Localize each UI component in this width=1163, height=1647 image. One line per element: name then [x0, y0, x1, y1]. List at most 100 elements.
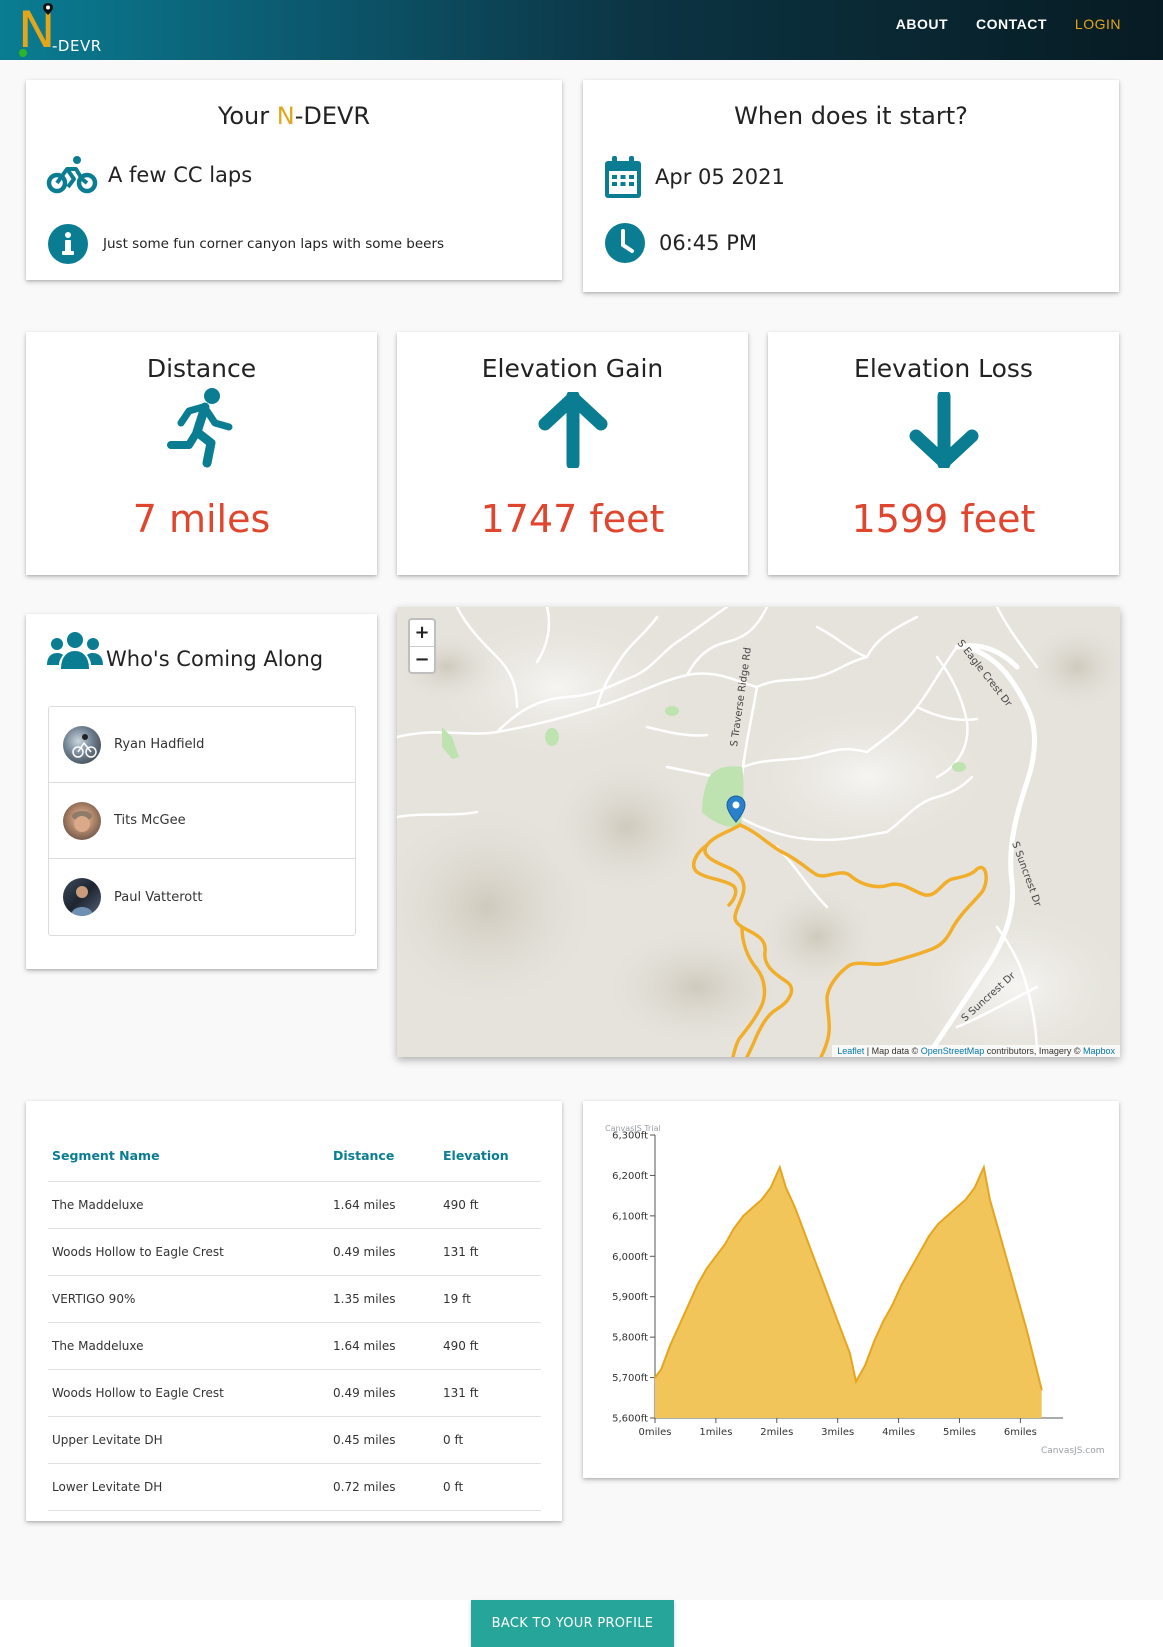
logo[interactable]: N -DEVR — [18, 2, 128, 58]
chart-point — [751, 1207, 754, 1209]
chart-point — [830, 1304, 833, 1306]
chart-point — [973, 1186, 976, 1189]
segment-elevation: 131 ft — [439, 1228, 541, 1276]
table-row[interactable]: VERTIGO 90% 1.35 miles 19 ft — [48, 1275, 541, 1323]
chart-point — [821, 1279, 824, 1282]
chart-point — [1025, 1328, 1028, 1330]
avatar — [63, 725, 101, 764]
x-tick-label: 4miles — [882, 1427, 915, 1438]
elevation-loss-value: 1599 feet — [851, 497, 1036, 541]
nav-contact-link[interactable]: CONTACT — [976, 16, 1047, 32]
ride-card-title: Your N-DEVR — [217, 102, 371, 130]
ride-name-row: A few CC laps — [46, 155, 252, 195]
route-map[interactable]: S Traverse Ridge Rd S Eagle Crest Dr S S… — [397, 607, 1120, 1057]
segment-elevation: 19 ft — [439, 1275, 541, 1323]
mapbox-link[interactable]: Mapbox — [1083, 1046, 1115, 1056]
segment-name: Woods Hollow to Eagle Crest — [48, 1369, 329, 1417]
elevation-gain-card: Elevation Gain 1747 feet — [397, 332, 748, 575]
x-tick-label: 1miles — [699, 1427, 732, 1438]
navbar: N -DEVR ABOUT CONTACT LOGIN — [0, 0, 1163, 60]
x-tick-label: 6miles — [1004, 1427, 1037, 1438]
attendees-title: Who's Coming Along — [106, 647, 324, 671]
segment-elevation: 131 ft — [439, 1369, 541, 1417]
chart-point — [678, 1324, 681, 1326]
nav-login-link[interactable]: LOGIN — [1075, 16, 1121, 32]
distance-card: Distance 7 miles — [26, 332, 377, 575]
map-tiles: S Traverse Ridge Rd S Eagle Crest Dr S S… — [397, 607, 1120, 1057]
zoom-out-button[interactable]: − — [410, 646, 434, 672]
back-to-profile-button[interactable]: BACK TO YOUR PROFILE — [471, 1600, 674, 1647]
header-distance: Distance — [329, 1131, 439, 1182]
chart-point — [928, 1235, 930, 1237]
chart-point — [989, 1198, 991, 1201]
table-row[interactable]: The Maddeluxe 1.64 miles 490 ft — [48, 1181, 541, 1229]
x-tick-label: 5miles — [943, 1427, 976, 1438]
attendee-item[interactable]: Paul Vatterott — [49, 859, 355, 935]
chart-point — [900, 1283, 903, 1286]
y-tick-label: 5,700ft — [612, 1373, 648, 1384]
y-tick-label: 6,100ft — [612, 1211, 648, 1222]
running-icon — [166, 388, 232, 468]
chart-point — [794, 1207, 796, 1209]
x-tick-label: 0miles — [638, 1427, 671, 1438]
schedule-card: When does it start? Apr 05 2021 06:45 PM — [583, 80, 1119, 292]
bike-icon — [46, 156, 98, 194]
date-row: Apr 05 2021 — [605, 156, 785, 198]
chart-point — [864, 1364, 866, 1367]
elevation-area — [655, 1167, 1042, 1418]
chart-watermark-top: CanvasJS Trial — [605, 1124, 661, 1133]
osm-link[interactable]: OpenStreetMap — [921, 1046, 985, 1056]
chart-point — [669, 1344, 671, 1346]
table-row[interactable]: Woods Hollow to Eagle Crest 0.49 miles 131… — [48, 1369, 541, 1417]
chart-point — [742, 1215, 745, 1217]
arrow-down-icon — [909, 392, 978, 468]
map-zoom-control: + − — [408, 618, 436, 674]
arrow-up-icon — [538, 392, 607, 468]
attendee-name: Tits McGee — [114, 813, 186, 828]
nav-about-link[interactable]: ABOUT — [896, 16, 948, 32]
chart-point — [779, 1166, 781, 1169]
attendee-item[interactable]: Tits McGee — [49, 783, 355, 859]
attendee-list: Ryan Hadfield Tits McGee Paul Vatterott — [48, 706, 356, 936]
attendee-item[interactable]: Ryan Hadfield — [49, 707, 355, 783]
segment-elevation: 490 ft — [439, 1181, 541, 1229]
chart-point — [1016, 1295, 1019, 1298]
chart-point — [849, 1352, 851, 1355]
table-header-row: Segment Name Distance Elevation — [48, 1131, 541, 1182]
header-segment-name: Segment Name — [48, 1131, 329, 1182]
ride-name: A few CC laps — [108, 163, 253, 187]
x-tick-label: 2miles — [760, 1427, 793, 1438]
chart-point — [891, 1304, 894, 1306]
ride-time: 06:45 PM — [659, 231, 757, 255]
chart-point — [919, 1251, 921, 1253]
map-attribution: Leaflet | Map data © OpenStreetMap contr… — [832, 1045, 1120, 1057]
distance-title: Distance — [146, 354, 257, 383]
zoom-in-button[interactable]: + — [410, 620, 434, 646]
table-row[interactable]: Upper Levitate DH 0.45 miles 0 ft — [48, 1416, 541, 1464]
header-elevation: Elevation — [439, 1131, 541, 1182]
chart-point — [1034, 1364, 1037, 1367]
segments-table: Segment Name Distance Elevation The Madd… — [48, 1131, 541, 1511]
chart-point — [687, 1304, 690, 1306]
distance-value: 7 miles — [132, 497, 271, 541]
elevation-gain-value: 1747 feet — [480, 497, 665, 541]
avatar — [63, 878, 101, 916]
users-icon — [47, 632, 103, 669]
segment-name: The Maddeluxe — [48, 1181, 329, 1229]
chart-point — [1040, 1388, 1043, 1391]
elevation-gain-title: Elevation Gain — [481, 354, 664, 383]
leaflet-link[interactable]: Leaflet — [837, 1046, 864, 1056]
segment-distance: 0.72 miles — [329, 1463, 439, 1511]
table-row[interactable]: Woods Hollow to Eagle Crest 0.49 miles 131… — [48, 1228, 541, 1276]
segment-elevation: 0 ft — [439, 1416, 541, 1464]
elevation-chart[interactable]: 5,600ft 5,700ft 5,800ft 5,900ft 6,000ft 6,100… — [583, 1101, 1119, 1478]
nav-links: ABOUT CONTACT LOGIN — [896, 16, 1121, 32]
attendee-name: Paul Vatterott — [114, 889, 203, 905]
chart-point — [882, 1320, 885, 1322]
chart-point — [873, 1340, 875, 1342]
elevation-chart-card: 5,600ft 5,700ft 5,800ft 5,900ft 6,000ft 6,100… — [583, 1101, 1119, 1478]
table-row[interactable]: Lower Levitate DH 0.72 miles 0 ft — [48, 1463, 541, 1511]
y-tick-label: 5,800ft — [612, 1333, 648, 1344]
table-row[interactable]: The Maddeluxe 1.64 miles 490 ft — [48, 1322, 541, 1370]
segment-elevation: 490 ft — [439, 1322, 541, 1370]
